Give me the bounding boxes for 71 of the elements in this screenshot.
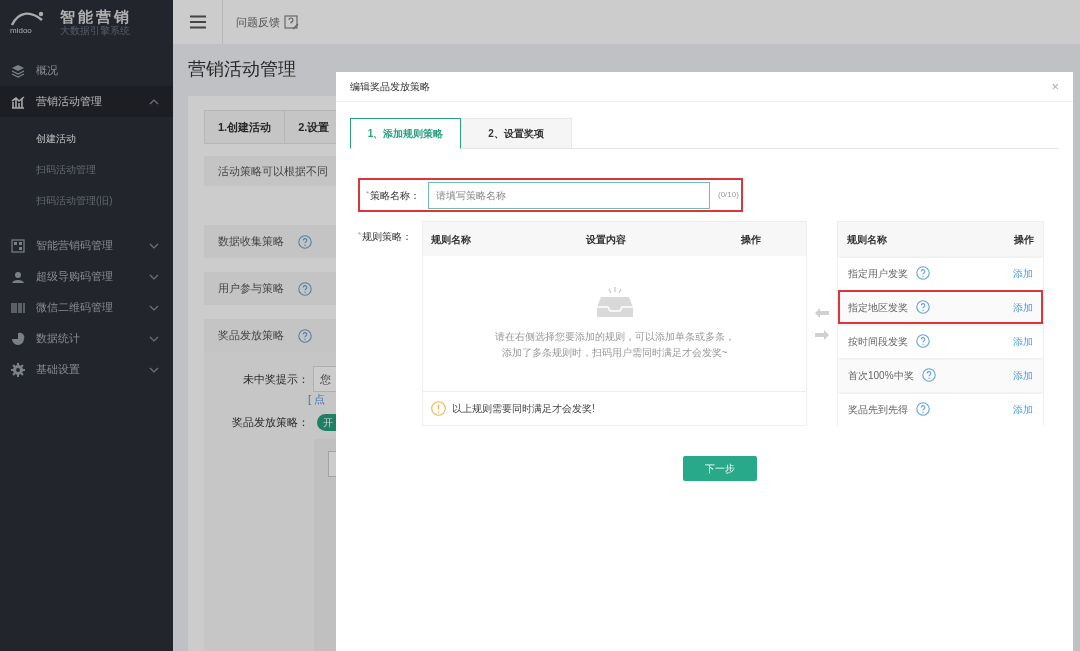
chart-icon [11,94,25,109]
step-tab[interactable]: 1.创建活动 [205,111,286,143]
person-icon [11,269,25,284]
field-label: 未中奖提示： [242,371,309,387]
add-link[interactable]: 添加 [1013,333,1033,349]
field-label: 奖品发放策略： [231,415,309,431]
barcode-icon [11,300,25,315]
qr-code-icon [11,238,25,253]
warning-icon [431,401,446,416]
logo-icon [10,9,46,26]
hint-link[interactable]: [ 点 [308,393,326,406]
help-icon [298,328,312,343]
sidebar-item[interactable]: 基础设置 [0,354,173,385]
menu-icon [189,15,206,29]
dialog-tab[interactable]: 1、添加规则策略 [350,118,461,149]
sidebar-item[interactable]: 超级导购码管理 [0,261,173,292]
warning-text: 以上规则需要同时满足才会发奖! [452,402,595,416]
help-icon [916,334,930,348]
notice-text: 活动策略可以根据不同 [218,163,328,179]
empty-state-text: 添加了多条规则时，扫码用户需同时满足才会发奖~ [501,345,728,360]
sidebar-item[interactable]: 智能营销码管理 [0,230,173,261]
section-title: 数据收集策略 [218,234,284,250]
next-button[interactable]: 下一步 [682,456,757,481]
field-label: *策略名称： [366,187,422,203]
help-icon [298,281,312,296]
required-mark: * [366,187,370,200]
column-header: 操作 [1014,232,1034,247]
help-icon [916,266,930,280]
rule-name: 指定用户发奖 [848,266,908,281]
sidebar-item[interactable]: 微信二维码管理 [0,292,173,323]
empty-state-text: 请在右侧选择您要添加的规则，可以添加单条或多条， [494,329,735,344]
inbox-icon [596,286,633,317]
dialog-title: 编辑奖品发放策略 [350,80,430,94]
help-document-icon [284,14,299,30]
help-icon [921,368,936,382]
sidebar-item[interactable]: 概况 [0,55,173,86]
add-link[interactable]: 添加 [1013,367,1033,383]
rule-name: 奖品先到先得 [848,402,908,417]
sidebar-subitem[interactable]: 创建活动 [0,123,173,154]
pie-chart-icon [11,331,25,346]
required-mark: * [358,229,362,241]
section-title: 奖品发放策略 [218,328,284,344]
gear-icon [11,362,25,377]
feedback-link[interactable]: 问题反馈 [236,13,299,31]
sidebar-item[interactable]: 营销活动管理 [0,86,173,117]
input-field[interactable]: 请填写策略名称 [428,181,710,209]
add-link[interactable]: 添加 [1013,265,1033,281]
section-title: 用户参与策略 [218,281,284,297]
logo-title: 智能营销 [60,7,132,25]
column-header: 设置内容 [586,232,627,247]
field-label: *规则策略： [358,228,414,244]
help-icon [298,234,312,249]
add-link[interactable]: 添加 [1013,299,1033,315]
column-header: 规则名称 [847,232,887,247]
dialog-tab[interactable]: 2、设置奖项 [461,118,572,148]
help-icon [916,300,930,314]
column-header: 规则名称 [431,232,472,247]
close-button[interactable]: × [1051,76,1059,97]
rule-name: 按时间段发奖 [848,334,908,349]
rule-name: 首次100%中奖 [848,368,914,383]
sidebar-item[interactable]: 数据统计 [0,323,173,354]
logo-brand: midoo [10,25,32,35]
help-icon [916,402,930,416]
rule-name: 指定地区发奖 [848,300,908,315]
add-link[interactable]: 添加 [1013,401,1033,417]
layers-icon [11,63,25,78]
character-counter: (0/10) [718,189,739,201]
right-arrow-icon [815,329,829,340]
column-header: 操作 [741,232,762,247]
page-title: 营销活动管理 [188,58,297,81]
left-arrow-icon [815,307,829,318]
